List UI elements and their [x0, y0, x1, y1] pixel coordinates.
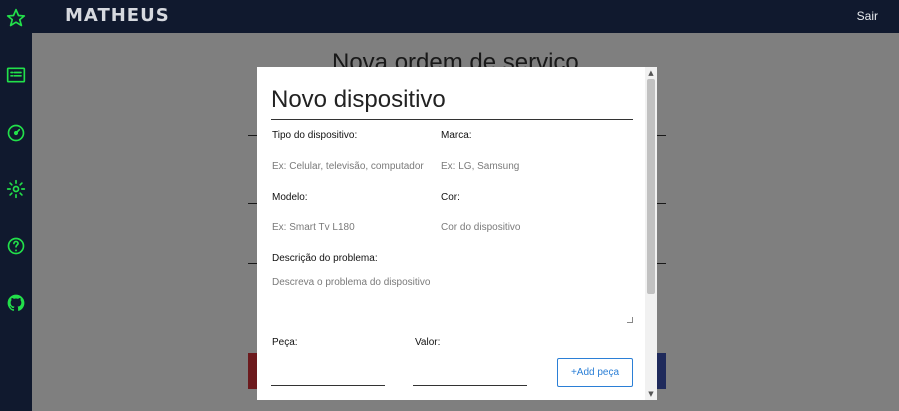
sidebar — [0, 0, 32, 411]
problem-description-textarea[interactable] — [272, 277, 634, 327]
scrollbar-thumb[interactable] — [647, 79, 655, 294]
new-device-modal: Novo dispositivo Tipo do dispositivo: Ma… — [257, 67, 657, 400]
help-circle-icon[interactable] — [4, 234, 28, 258]
modal-scrollbar[interactable]: ▲ ▼ — [645, 67, 657, 400]
problem-description-label: Descrição do problema: — [272, 253, 378, 264]
scroll-down-arrow-icon[interactable]: ▼ — [647, 390, 655, 398]
brand-name: MATHEUS — [65, 5, 170, 26]
device-type-label: Tipo do dispositivo: — [272, 130, 358, 141]
device-type-input[interactable] — [272, 157, 432, 175]
modal-title: Novo dispositivo — [271, 86, 446, 113]
top-navbar: MATHEUS Sair — [32, 0, 899, 33]
scroll-up-arrow-icon[interactable]: ▲ — [647, 69, 655, 77]
title-divider — [271, 119, 633, 120]
star-icon[interactable] — [4, 6, 28, 30]
model-label: Modelo: — [272, 192, 308, 203]
add-part-button[interactable]: +Add peça — [557, 358, 633, 387]
textarea-resize-handle[interactable] — [627, 317, 633, 323]
brand-input[interactable] — [441, 157, 601, 175]
model-input[interactable] — [272, 218, 432, 236]
color-label: Cor: — [441, 192, 460, 203]
value-input[interactable] — [413, 367, 527, 386]
color-input[interactable] — [441, 218, 601, 236]
value-label: Valor: — [415, 337, 441, 348]
logout-link[interactable]: Sair — [857, 9, 878, 23]
part-label: Peça: — [272, 337, 298, 348]
dashboard-gauge-icon[interactable] — [4, 121, 28, 145]
gear-icon[interactable] — [4, 177, 28, 201]
brand-label: Marca: — [441, 130, 472, 141]
part-input[interactable] — [271, 367, 385, 386]
github-icon[interactable] — [4, 291, 28, 315]
list-card-icon[interactable] — [4, 63, 28, 87]
